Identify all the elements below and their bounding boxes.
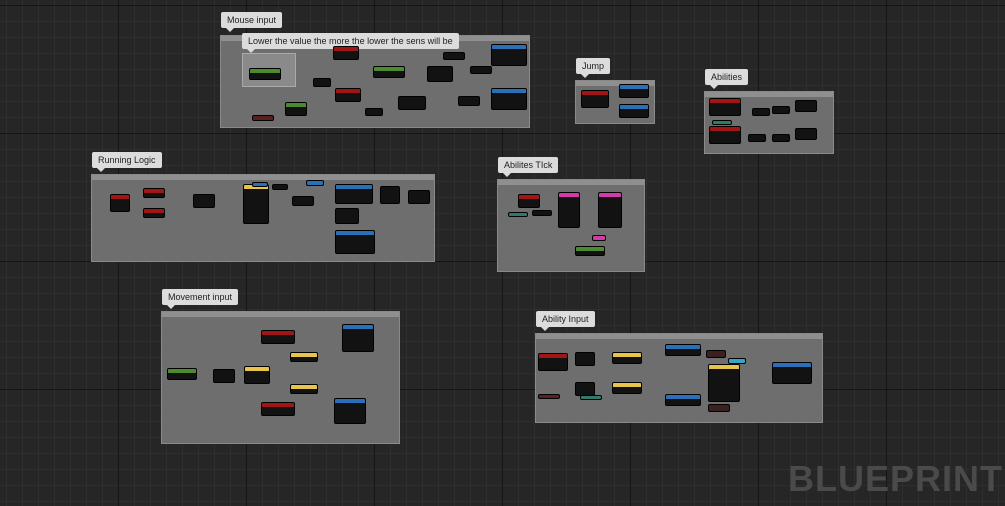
node-jump-event[interactable] xyxy=(581,90,609,108)
comment-label-abilities: Abilities xyxy=(705,69,749,89)
node-tick-branch-2[interactable] xyxy=(598,192,622,228)
node-move-add-right[interactable] xyxy=(334,398,366,424)
node-ability-get-2[interactable] xyxy=(772,106,790,114)
node-add-yaw[interactable] xyxy=(491,44,527,66)
node-move-forward-vec[interactable] xyxy=(290,352,318,362)
node-ability-input-get-2[interactable] xyxy=(706,350,726,358)
node-tick-get-1[interactable] xyxy=(508,212,528,217)
node-math-2[interactable] xyxy=(398,96,426,110)
comment-label-mouse-input: Mouse input xyxy=(221,12,283,32)
node-move-break[interactable] xyxy=(213,369,235,383)
node-multiply-1[interactable] xyxy=(313,78,331,87)
node-move-add-forward[interactable] xyxy=(342,324,374,352)
node-tick-get-4[interactable] xyxy=(575,246,605,256)
node-mouse-x[interactable] xyxy=(249,68,281,80)
node-tick-branch-1[interactable] xyxy=(558,192,580,228)
node-run-get-1[interactable] xyxy=(252,182,268,187)
node-ability-input-event[interactable] xyxy=(538,353,568,371)
node-get-4[interactable] xyxy=(458,96,480,106)
node-branch-1[interactable] xyxy=(427,66,453,82)
node-move-vector[interactable] xyxy=(244,366,270,384)
node-run-pressed[interactable] xyxy=(143,188,165,198)
node-ability-input-call-1[interactable] xyxy=(665,344,701,356)
node-ability-input-set-2[interactable] xyxy=(612,382,642,394)
node-ability-input-get[interactable] xyxy=(580,395,602,400)
node-add-pitch[interactable] xyxy=(491,88,527,110)
comment-label-movement-input: Movement input xyxy=(162,289,239,309)
node-run-set-3[interactable] xyxy=(408,190,430,204)
node-run-set-2[interactable] xyxy=(380,186,400,204)
node-run-lerp[interactable] xyxy=(335,230,375,254)
node-ability-input-var[interactable] xyxy=(538,394,560,399)
node-ability-event-1[interactable] xyxy=(709,98,741,116)
node-run-sequence[interactable] xyxy=(243,184,269,224)
comment-label-ability-input: Ability Input xyxy=(536,311,595,331)
comment-label-running-logic: Running Logic xyxy=(92,152,162,172)
node-run-get-4[interactable] xyxy=(306,180,324,186)
node-ability-set-2[interactable] xyxy=(795,128,817,140)
node-ability-input-branch-1[interactable] xyxy=(575,352,595,366)
node-ability-input-set-final[interactable] xyxy=(772,362,812,384)
node-run-math[interactable] xyxy=(335,208,359,224)
comment-label-jump: Jump xyxy=(576,58,611,78)
node-math-3[interactable] xyxy=(285,102,307,116)
node-run-event[interactable] xyxy=(110,194,130,212)
node-mouse-event-2[interactable] xyxy=(335,88,361,102)
node-mouse-event-1[interactable] xyxy=(333,46,359,60)
node-move-right-vec[interactable] xyxy=(290,384,318,394)
node-get-1[interactable] xyxy=(365,108,383,116)
node-ability-get-1[interactable] xyxy=(752,108,770,116)
node-run-released[interactable] xyxy=(143,208,165,218)
node-ability-input-call-2[interactable] xyxy=(665,394,701,406)
comment-label-abilities-tick: Abilites TIck xyxy=(498,157,559,177)
node-tick-get-2[interactable] xyxy=(532,210,552,216)
node-get-2[interactable] xyxy=(443,52,465,60)
node-ability-event-2[interactable] xyxy=(709,126,741,144)
node-ability-var[interactable] xyxy=(712,120,732,125)
node-ability-input-set-1[interactable] xyxy=(612,352,642,364)
node-ability-input-get-4[interactable] xyxy=(708,404,730,412)
node-run-branch[interactable] xyxy=(193,194,215,208)
node-ability-get-4[interactable] xyxy=(772,134,790,142)
node-ability-input-select[interactable] xyxy=(708,364,740,402)
node-ability-set-1[interactable] xyxy=(795,100,817,112)
node-ability-input-branch-2[interactable] xyxy=(575,382,595,396)
node-tick-get-3[interactable] xyxy=(592,235,606,241)
node-var-1[interactable] xyxy=(252,115,274,121)
node-jump[interactable] xyxy=(619,84,649,98)
node-run-get-2[interactable] xyxy=(272,184,288,190)
node-math-1[interactable] xyxy=(373,66,405,78)
node-move-event[interactable] xyxy=(167,368,197,380)
node-run-set-speed[interactable] xyxy=(335,184,373,204)
blueprint-watermark: BLUEPRINT xyxy=(788,458,1003,499)
node-run-get-3[interactable] xyxy=(292,196,314,206)
node-move-forward-event[interactable] xyxy=(261,330,295,344)
node-move-right-event[interactable] xyxy=(261,402,295,416)
node-ability-get-3[interactable] xyxy=(748,134,766,142)
node-stop-jumping[interactable] xyxy=(619,104,649,118)
node-get-3[interactable] xyxy=(470,66,492,74)
node-tick-event[interactable] xyxy=(518,194,540,208)
